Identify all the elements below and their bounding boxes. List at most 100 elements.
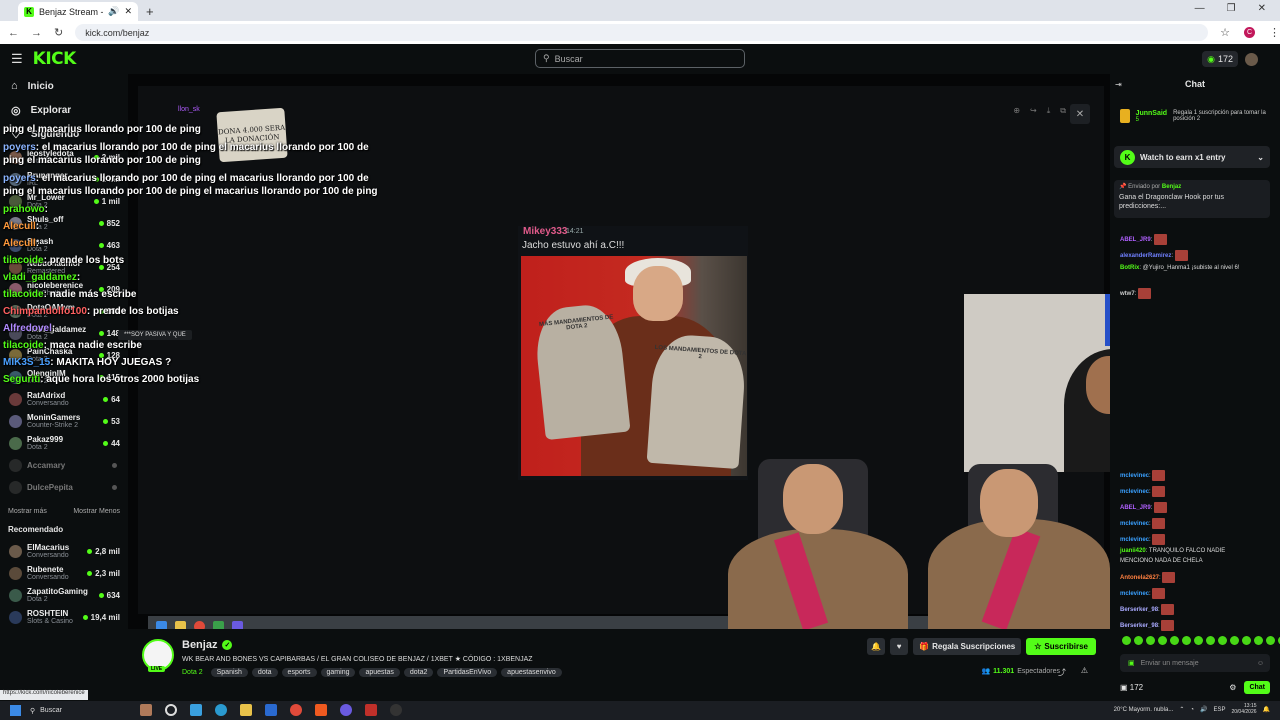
chat-username[interactable]: mclevinec bbox=[1120, 591, 1149, 597]
browser-menu-icon[interactable]: ⋮ bbox=[1269, 26, 1280, 39]
quick-emote-icon[interactable] bbox=[1218, 636, 1227, 645]
tray-clock[interactable]: 13:15 20/04/2026 bbox=[1231, 703, 1256, 715]
browser-tab[interactable]: K Benjaz Stream - Watch Live 🔊 ✕ bbox=[18, 2, 138, 21]
close-window-button[interactable]: ✕ bbox=[1258, 3, 1266, 14]
sidebar-channel[interactable]: ROSHTEIN Slots & Casino 19,4 mil bbox=[0, 606, 128, 628]
quick-emote-icon[interactable] bbox=[1122, 636, 1131, 645]
tray-weather[interactable]: 20°C Mayorm. nubla... bbox=[1114, 707, 1174, 713]
chat-username[interactable]: Antonela2627 bbox=[1120, 575, 1159, 581]
tab-audio-icon[interactable]: 🔊 bbox=[108, 6, 119, 17]
kick-logo[interactable]: KICK bbox=[33, 49, 77, 69]
taskbar-app-widgets-icon[interactable] bbox=[190, 704, 202, 716]
channel-points-badge[interactable]: ◉ 172 bbox=[1202, 51, 1238, 67]
quick-emote-icon[interactable] bbox=[1182, 636, 1191, 645]
tray-wifi-icon[interactable]: ◔ bbox=[1190, 707, 1194, 713]
reload-icon[interactable]: ↻ bbox=[54, 26, 63, 39]
notify-bell-button[interactable]: 🔔 bbox=[867, 638, 886, 655]
stream-tag[interactable]: Spanish bbox=[210, 668, 248, 677]
tab-close-icon[interactable]: ✕ bbox=[124, 6, 132, 17]
taskbar-app-brave-icon[interactable] bbox=[315, 704, 327, 716]
sidebar-channel[interactable]: Accamary bbox=[0, 454, 128, 476]
url-field[interactable]: kick.com/benjaz bbox=[75, 24, 1209, 41]
stream-tag[interactable]: esports bbox=[281, 668, 317, 677]
stream-tag[interactable]: PartidasEnVivo bbox=[437, 668, 498, 677]
sidebar-channel[interactable]: ElMacarius Conversando 2,8 mil bbox=[0, 540, 128, 562]
report-flag-icon[interactable]: ⚠ bbox=[1081, 666, 1088, 675]
nav-item-inicio[interactable]: ⌂ Inicio bbox=[0, 74, 128, 98]
minimize-button[interactable]: — bbox=[1195, 3, 1205, 14]
stream-tag[interactable]: dota2 bbox=[403, 668, 434, 677]
share-icon[interactable]: ⤴ bbox=[1058, 667, 1066, 678]
quick-emote-icon[interactable] bbox=[1170, 636, 1179, 645]
sidebar-channel[interactable]: Pakaz999 Dota 2 44 bbox=[0, 432, 128, 454]
quick-emote-icon[interactable] bbox=[1266, 636, 1275, 645]
quick-emote-icon[interactable] bbox=[1242, 636, 1251, 645]
chat-username[interactable]: BotRix bbox=[1120, 265, 1139, 271]
send-chat-button[interactable]: Chat bbox=[1244, 680, 1270, 694]
settings-gear-icon[interactable]: ⚙ bbox=[1229, 683, 1236, 692]
stream-tag[interactable]: gaming bbox=[320, 668, 356, 677]
chat-username[interactable]: Berserker_98 bbox=[1120, 623, 1158, 629]
tray-language[interactable]: ESP bbox=[1213, 707, 1225, 713]
quick-emote-icon[interactable] bbox=[1158, 636, 1167, 645]
quick-emote-icon[interactable] bbox=[1254, 636, 1263, 645]
chat-username[interactable]: mclevinec bbox=[1120, 521, 1149, 527]
sidebar-channel[interactable]: Rubenete Conversando 2,3 mil bbox=[0, 562, 128, 584]
windows-start-icon[interactable] bbox=[10, 705, 21, 716]
chat-username[interactable]: wtw7 bbox=[1120, 291, 1135, 297]
chat-username[interactable]: Berserker_98 bbox=[1120, 607, 1158, 613]
quick-emote-icon[interactable] bbox=[1146, 636, 1155, 645]
show-less-button[interactable]: Mostrar Menos bbox=[73, 508, 120, 515]
nav-item-explorar[interactable]: ◎ Explorar bbox=[0, 98, 128, 122]
tray-volume-icon[interactable]: 🔊 bbox=[1200, 706, 1207, 713]
quick-emote-icon[interactable] bbox=[1134, 636, 1143, 645]
quick-emote-icon[interactable] bbox=[1206, 636, 1215, 645]
quick-emote-icon[interactable] bbox=[1230, 636, 1239, 645]
notification-bell-icon[interactable]: 🔔 bbox=[1263, 706, 1270, 713]
chat-username[interactable]: mclevinec bbox=[1120, 473, 1149, 479]
taskbar-app-store-icon[interactable] bbox=[265, 704, 277, 716]
forward-icon[interactable]: → bbox=[31, 27, 42, 39]
watch-to-earn-banner[interactable]: K Watch to earn x1 entry ⌄ bbox=[1114, 146, 1270, 168]
channel-name[interactable]: Benjaz bbox=[182, 639, 217, 651]
chat-input[interactable]: ▣ Enviar un mensaje ☺ bbox=[1120, 654, 1270, 672]
back-icon[interactable]: ← bbox=[8, 27, 19, 39]
taskbar-search[interactable]: ⚲ Buscar bbox=[30, 707, 62, 715]
maximize-button[interactable]: ❐ bbox=[1227, 3, 1236, 14]
chat-username[interactable]: alexanderRamirez bbox=[1120, 253, 1171, 259]
hamburger-menu-icon[interactable]: ☰ bbox=[11, 51, 23, 67]
sidebar-channel[interactable]: ZapatitoGaming Dota 2 634 bbox=[0, 584, 128, 606]
chat-username[interactable]: mclevinec bbox=[1120, 537, 1149, 543]
taskbar-app-explorer-icon[interactable] bbox=[240, 704, 252, 716]
emoji-icon[interactable]: ☺ bbox=[1257, 660, 1264, 667]
tray-chevron-icon[interactable]: ⌃ bbox=[1179, 706, 1184, 713]
taskbar-app-chrome-icon[interactable] bbox=[290, 704, 302, 716]
stream-tag[interactable]: dota bbox=[251, 668, 278, 677]
taskbar-app-weather-icon[interactable] bbox=[140, 704, 152, 716]
search-input[interactable]: ⚲ Buscar bbox=[535, 49, 745, 68]
chat-username[interactable]: juanii420 bbox=[1120, 548, 1146, 554]
taskbar-app-discord-icon[interactable] bbox=[340, 704, 352, 716]
new-tab-button[interactable]: + bbox=[146, 2, 154, 21]
bookmark-star-icon[interactable]: ☆ bbox=[1220, 26, 1230, 39]
show-more-button[interactable]: Mostrar más bbox=[8, 508, 47, 515]
stream-category[interactable]: Dota 2 bbox=[182, 669, 203, 676]
subscribe-button[interactable]: ☆ Suscribirse bbox=[1026, 638, 1096, 655]
taskbar-app-edge-icon[interactable] bbox=[215, 704, 227, 716]
follow-heart-button[interactable]: ♥ bbox=[890, 638, 909, 655]
quick-emote-icon[interactable] bbox=[1194, 636, 1203, 645]
gift-subs-button[interactable]: 🎁 Regala Suscripciones bbox=[913, 638, 1022, 655]
taskbar-app-obs-icon[interactable] bbox=[390, 704, 402, 716]
chat-username[interactable]: ABEL_JR9 bbox=[1120, 237, 1151, 243]
profile-avatar[interactable]: C bbox=[1244, 27, 1255, 38]
stream-tag[interactable]: apuestasenvivo bbox=[501, 668, 562, 677]
user-avatar[interactable] bbox=[1245, 53, 1258, 66]
stream-tag[interactable]: apuestas bbox=[359, 668, 400, 677]
sidebar-channel[interactable]: DulcePepita bbox=[0, 476, 128, 498]
taskbar-app-taskview-icon[interactable] bbox=[165, 704, 177, 716]
sidebar-channel[interactable]: MoninGamers Counter-Strike 2 53 bbox=[0, 410, 128, 432]
taskbar-app-media-icon[interactable] bbox=[365, 704, 377, 716]
gift-user: JunnSaid bbox=[1135, 109, 1168, 117]
chat-username[interactable]: ABEL_JR9 bbox=[1120, 505, 1151, 511]
chat-username[interactable]: mclevinec bbox=[1120, 489, 1149, 495]
